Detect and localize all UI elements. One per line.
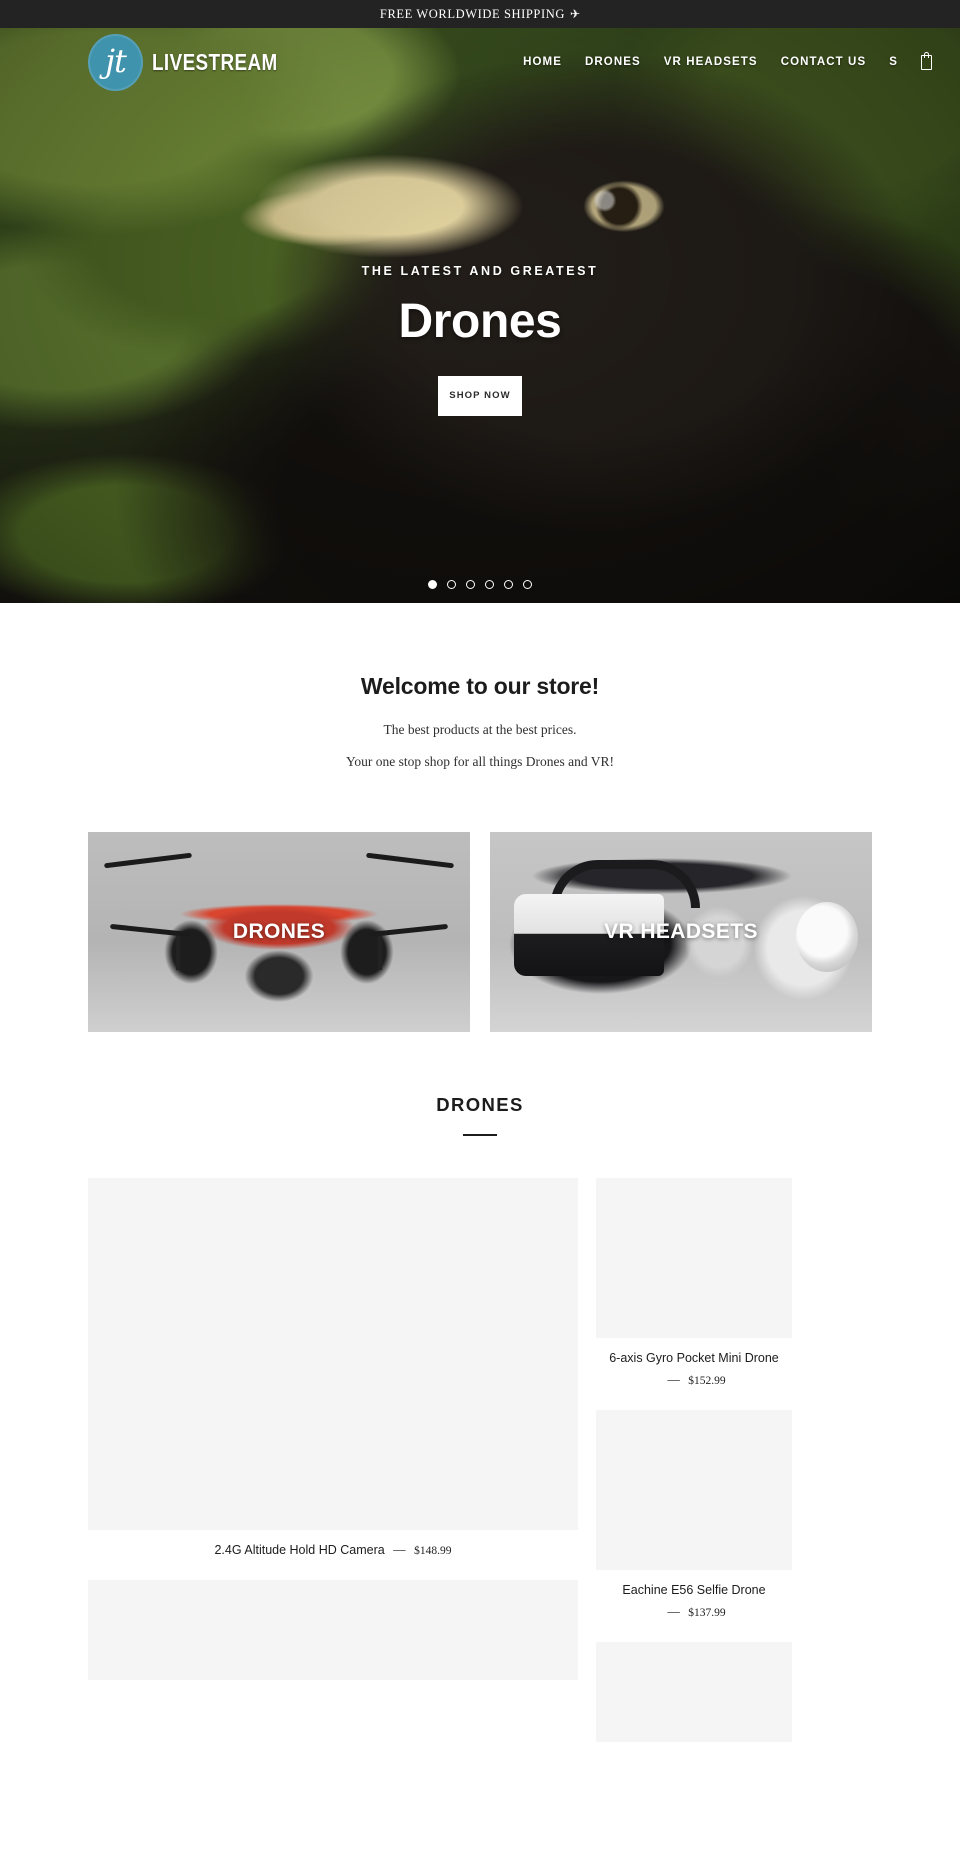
product-card-bottom-right[interactable]	[596, 1642, 792, 1742]
price-separator: —	[393, 1543, 406, 1557]
shop-now-button[interactable]: SHOP NOW	[438, 376, 522, 416]
collection-label-vr-headsets: VR HEADSETS	[604, 920, 758, 943]
main-navigation: HOME DRONES VR HEADSETS CONTACT US S	[523, 51, 932, 70]
hero-title: Drones	[398, 295, 562, 348]
product-meta: 2.4G Altitude Hold HD Camera — $148.99	[88, 1530, 578, 1560]
price-separator: —	[667, 1604, 680, 1619]
product-image	[88, 1178, 578, 1530]
product-card-featured[interactable]: 2.4G Altitude Hold HD Camera — $148.99	[88, 1178, 578, 1560]
product-image	[88, 1580, 578, 1681]
product-price: $137.99	[688, 1606, 726, 1619]
announcement-bar: FREE WORLDWIDE SHIPPING ✈	[0, 0, 960, 28]
welcome-line-2: Your one stop shop for all things Drones…	[346, 754, 614, 769]
collection-label-drones: DRONES	[232, 920, 326, 943]
nav-item-vr-headsets[interactable]: VR HEADSETS	[664, 56, 758, 68]
slideshow-dot-5[interactable]	[504, 580, 513, 589]
drones-section-title: DRONES	[436, 1094, 524, 1115]
product-price: $148.99	[414, 1545, 452, 1557]
product-column-right: 6-axis Gyro Pocket Mini Drone — $152.99 …	[596, 1178, 792, 1762]
product-price-line: — $137.99	[596, 1603, 792, 1622]
price-separator: —	[667, 1372, 680, 1387]
slideshow-dot-4[interactable]	[485, 580, 494, 589]
site-logo[interactable]: jt LIVESTREAM	[88, 33, 305, 91]
nav-item-drones[interactable]: DRONES	[585, 56, 641, 68]
cart-icon[interactable]	[921, 51, 932, 70]
welcome-heading: Welcome to our store!	[360, 673, 600, 699]
logo-badge-icon: jt	[88, 33, 143, 91]
slideshow-dot-6[interactable]	[523, 580, 532, 589]
product-image	[596, 1642, 792, 1742]
product-card-bottom-left[interactable]	[88, 1580, 578, 1681]
nav-item-contact-us[interactable]: CONTACT US	[781, 56, 867, 68]
product-grid: 2.4G Altitude Hold HD Camera — $148.99 6…	[0, 1136, 960, 1762]
slideshow-dots	[0, 580, 960, 589]
slideshow-dot-2[interactable]	[447, 580, 456, 589]
product-card-selfie-drone[interactable]: Eachine E56 Selfie Drone — $137.99	[596, 1410, 792, 1622]
announcement-text: FREE WORLDWIDE SHIPPING	[379, 6, 566, 21]
welcome-line-1: The best products at the best prices.	[383, 722, 577, 737]
product-column-left: 2.4G Altitude Hold HD Camera — $148.99	[88, 1178, 578, 1700]
product-price: $152.99	[688, 1374, 726, 1387]
slideshow-dot-3[interactable]	[466, 580, 475, 589]
logo-monogram: jt	[105, 42, 127, 80]
collection-card-vr-headsets[interactable]: VR HEADSETS	[490, 832, 872, 1032]
product-meta: Eachine E56 Selfie Drone — $137.99	[596, 1570, 792, 1622]
shop-now-label: SHOP NOW	[449, 389, 511, 401]
search-icon[interactable]: S	[889, 56, 898, 68]
drones-section-header: DRONES	[0, 1032, 960, 1136]
product-card-mini-drone[interactable]: 6-axis Gyro Pocket Mini Drone — $152.99	[596, 1178, 792, 1390]
product-title: Eachine E56 Selfie Drone	[622, 1583, 766, 1597]
hero-slideshow: jt LIVESTREAM HOME DRONES VR HEADSETS CO…	[0, 28, 960, 603]
slideshow-dot-1[interactable]	[428, 580, 437, 589]
site-header: jt LIVESTREAM HOME DRONES VR HEADSETS CO…	[0, 28, 960, 96]
welcome-section: Welcome to our store! The best products …	[0, 603, 960, 770]
product-title: 2.4G Altitude Hold HD Camera	[214, 1543, 385, 1557]
hero-content: THE LATEST AND GREATEST Drones SHOP NOW	[0, 264, 960, 416]
product-price-line: — $152.99	[596, 1371, 792, 1390]
product-image	[596, 1410, 792, 1570]
product-meta: 6-axis Gyro Pocket Mini Drone — $152.99	[596, 1338, 792, 1390]
airplane-icon: ✈	[570, 7, 581, 21]
collection-list: DRONES VR HEADSETS	[0, 770, 960, 1032]
product-title: 6-axis Gyro Pocket Mini Drone	[609, 1351, 779, 1365]
hero-eyebrow: THE LATEST AND GREATEST	[361, 264, 599, 278]
nav-item-home[interactable]: HOME	[523, 56, 562, 68]
collection-card-drones[interactable]: DRONES	[88, 832, 470, 1032]
product-image	[596, 1178, 792, 1338]
logo-wordmark: LIVESTREAM	[152, 48, 278, 75]
